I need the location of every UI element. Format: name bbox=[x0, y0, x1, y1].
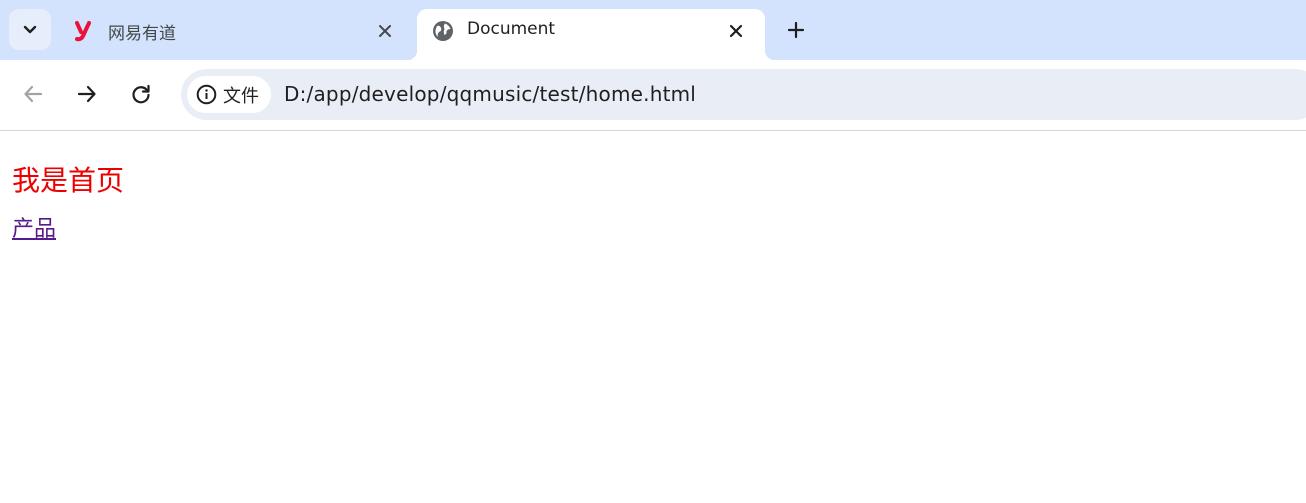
tab-title: Document bbox=[467, 19, 556, 39]
reload-button[interactable] bbox=[124, 77, 158, 111]
browser-toolbar: 文件 D:/app/develop/qqmusic/test/home.html bbox=[0, 60, 1306, 131]
new-tab-button[interactable] bbox=[782, 16, 810, 44]
close-tab-icon[interactable] bbox=[725, 20, 747, 42]
reload-icon bbox=[132, 84, 150, 104]
forward-button[interactable] bbox=[70, 77, 104, 111]
back-button[interactable] bbox=[16, 77, 50, 111]
youdao-logo-icon bbox=[73, 20, 95, 42]
tab-title: 网易有道 bbox=[108, 24, 176, 44]
close-tab-icon[interactable] bbox=[374, 20, 396, 42]
tab-document[interactable]: Document bbox=[407, 9, 775, 60]
product-link[interactable]: 产品 bbox=[12, 215, 56, 245]
tab-search-button[interactable] bbox=[9, 9, 51, 50]
tab-strip: 网易有道 Document bbox=[0, 0, 1306, 60]
address-bar[interactable]: 文件 D:/app/develop/qqmusic/test/home.html bbox=[181, 69, 1306, 120]
arrow-right-icon bbox=[77, 85, 96, 103]
info-icon bbox=[195, 84, 217, 106]
tab-youdao[interactable]: 网易有道 bbox=[58, 9, 414, 60]
arrow-left-icon bbox=[24, 85, 43, 103]
chevron-down-icon bbox=[23, 25, 37, 33]
globe-icon bbox=[432, 20, 454, 42]
site-info-label: 文件 bbox=[223, 85, 259, 107]
plus-icon bbox=[787, 21, 805, 39]
site-info-chip[interactable]: 文件 bbox=[187, 76, 271, 113]
page-content: 我是首页 产品 bbox=[12, 160, 124, 245]
page-heading: 我是首页 bbox=[12, 164, 125, 197]
url-text[interactable]: D:/app/develop/qqmusic/test/home.html bbox=[284, 82, 696, 106]
